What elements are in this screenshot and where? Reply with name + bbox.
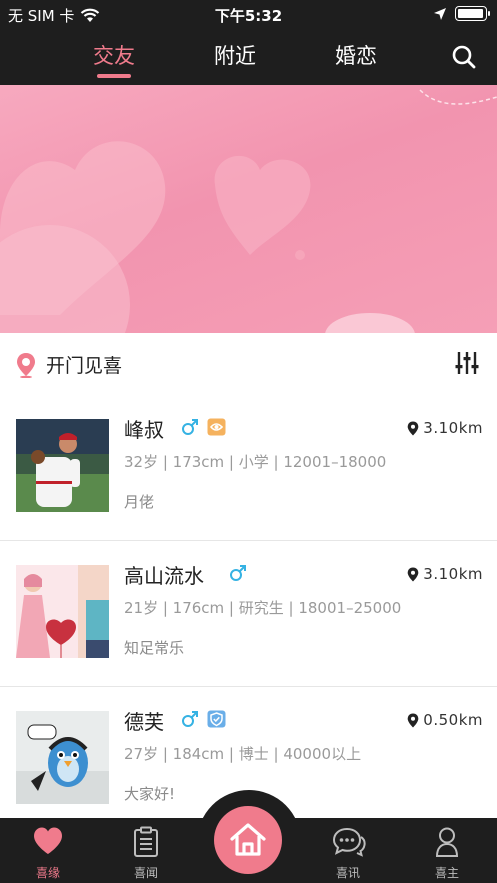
bottom-tab-xiwen[interactable]: 喜闻 bbox=[111, 818, 181, 883]
home-icon bbox=[230, 823, 266, 856]
battery-level bbox=[458, 9, 483, 18]
avatar[interactable] bbox=[16, 565, 109, 658]
bottom-tab-label: 喜主 bbox=[434, 866, 459, 880]
bottom-tab-xizhu[interactable]: 喜主 bbox=[412, 818, 482, 883]
heart-icon bbox=[34, 827, 62, 854]
verified-shield-icon bbox=[207, 710, 226, 728]
status-bar: 无 SIM 卡 下午5:32 bbox=[0, 0, 497, 30]
avatar[interactable] bbox=[16, 711, 109, 804]
location-pin-icon bbox=[17, 353, 35, 378]
user-info: 21岁 | 176cm | 研究生 | 18001–25000 bbox=[124, 599, 402, 617]
couple-illustration bbox=[16, 565, 109, 658]
location-pin-icon bbox=[407, 421, 419, 435]
heart-balloons-illustration bbox=[0, 89, 497, 333]
user-name: 德芙 bbox=[124, 710, 164, 734]
chat-bubbles-icon bbox=[332, 827, 366, 857]
user-info: 32岁 | 173cm | 小学 | 12001–18000 bbox=[124, 453, 387, 471]
user-name: 峰叔 bbox=[124, 418, 164, 442]
top-nav: 交友 附近 婚恋 bbox=[0, 30, 497, 85]
orange-badge-icon bbox=[207, 418, 226, 436]
distance-value: 3.10km bbox=[423, 565, 483, 583]
tab-hunlian[interactable]: 婚恋 bbox=[335, 40, 377, 70]
tab-jiaoyou[interactable]: 交友 bbox=[93, 40, 135, 70]
user-bio: 大家好! bbox=[124, 785, 176, 803]
distance-value: 0.50km bbox=[423, 711, 483, 729]
person-icon bbox=[435, 827, 459, 857]
male-icon bbox=[182, 419, 198, 435]
battery-icon bbox=[455, 6, 490, 21]
user-bio: 月佬 bbox=[124, 493, 155, 511]
bottom-tab-label: 喜缘 bbox=[35, 866, 60, 880]
distance-label: 0.50km bbox=[407, 711, 483, 729]
section-title: 开门见喜 bbox=[46, 355, 123, 377]
distance-label: 3.10km bbox=[407, 565, 483, 583]
promo-banner[interactable] bbox=[0, 85, 497, 333]
user-bio: 知足常乐 bbox=[124, 639, 185, 657]
avatar[interactable] bbox=[16, 419, 109, 512]
bottom-tab-label: 喜闻 bbox=[133, 866, 158, 880]
section-header: 开门见喜 bbox=[0, 333, 497, 395]
active-tab-indicator bbox=[97, 74, 131, 78]
home-button[interactable] bbox=[214, 806, 282, 874]
bottom-tab-label: 喜讯 bbox=[335, 866, 360, 880]
location-arrow-icon bbox=[434, 7, 446, 20]
location-pin-icon bbox=[407, 713, 419, 727]
bird-cartoon-photo bbox=[16, 711, 109, 804]
user-card[interactable]: 高山流水 3.10km 21岁 | 176cm | 研究生 | 18001–25… bbox=[0, 541, 497, 687]
status-time: 下午5:32 bbox=[214, 7, 283, 25]
user-card[interactable]: 峰叔 3.10km 32岁 | 173cm | 小学 | 12001–18000… bbox=[0, 395, 497, 541]
filter-sliders-icon[interactable] bbox=[455, 350, 479, 376]
clipboard-icon bbox=[134, 826, 158, 857]
bottom-tab-xixun[interactable]: 喜讯 bbox=[313, 818, 383, 883]
distance-label: 3.10km bbox=[407, 419, 483, 437]
search-icon[interactable] bbox=[451, 44, 477, 70]
tab-fujin[interactable]: 附近 bbox=[214, 40, 256, 70]
bottom-tab-xiyuan[interactable]: 喜缘 bbox=[13, 818, 83, 883]
baseball-player-photo bbox=[16, 419, 109, 512]
distance-value: 3.10km bbox=[423, 419, 483, 437]
male-icon bbox=[230, 565, 246, 581]
user-info: 27岁 | 184cm | 博士 | 40000以上 bbox=[124, 745, 362, 763]
user-name: 高山流水 bbox=[124, 564, 204, 588]
location-pin-icon bbox=[407, 567, 419, 581]
male-icon bbox=[182, 711, 198, 727]
